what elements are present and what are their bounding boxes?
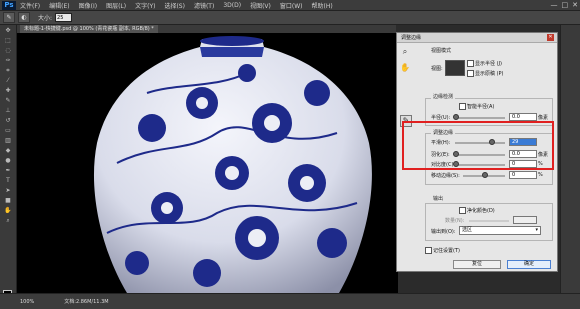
menu-filter[interactable]: 滤镜(T) [194, 1, 214, 10]
maximize-button[interactable]: □ [562, 1, 569, 9]
move-tool-icon[interactable]: ✥ [3, 27, 13, 34]
pen-tool-icon[interactable]: ✒ [3, 167, 13, 174]
document-info: 文档:2.86M/11.3M [64, 299, 109, 305]
decontaminate-checkbox[interactable] [459, 207, 466, 214]
zoom-tool-icon[interactable]: ⌕ [400, 47, 410, 57]
view-thumbnail[interactable] [445, 60, 465, 76]
dodge-tool-icon[interactable]: ● [3, 157, 13, 164]
window-controls: — □ ✕ [551, 0, 579, 10]
output-to-value: 选区 [462, 227, 473, 233]
menu-layer[interactable]: 图层(L) [106, 1, 126, 10]
show-original-checkbox[interactable] [467, 70, 474, 77]
hand-tool-icon[interactable]: ✋ [400, 63, 410, 73]
shift-edge-slider-knob[interactable] [482, 172, 488, 178]
document-tab[interactable]: 未标题-1-快捷键.psd @ 100% (青花瓷瓶 副本, RGB/8) * [20, 25, 158, 33]
zoom-tool-icon[interactable]: ⌕ [3, 217, 13, 224]
menu-window[interactable]: 窗口(W) [280, 1, 303, 10]
menu-edit[interactable]: 编辑(E) [49, 1, 69, 10]
decontaminate-label: 净化颜色(D) [467, 208, 495, 214]
menu-bar: Ps 文件(F) 编辑(E) 图像(I) 图层(L) 文字(Y) 选择(S) 滤… [0, 0, 580, 11]
size-label: 大小: [38, 15, 53, 22]
amount-slider [469, 220, 509, 222]
show-radius-checkbox[interactable] [467, 60, 474, 67]
document-tab-bar: 未标题-1-快捷键.psd @ 100% (青花瓷瓶 副本, RGB/8) * [16, 25, 396, 33]
menu-help[interactable]: 帮助(H) [312, 1, 333, 10]
dialog-title-bar: 调整边缘 ✕ [397, 33, 557, 43]
output-title: 输出 [431, 195, 446, 202]
quick-select-tool-icon[interactable]: ✑ [3, 57, 13, 64]
crop-tool-icon[interactable]: ⌗ [3, 67, 13, 74]
marquee-tool-icon[interactable]: ⬚ [3, 37, 13, 44]
output-to-label: 输出到(O): [431, 229, 456, 235]
close-button[interactable]: ✕ [572, 1, 578, 9]
lasso-tool-icon[interactable]: ◌ [3, 47, 13, 54]
radius-slider[interactable] [455, 117, 505, 119]
gradient-tool-icon[interactable]: ▥ [3, 137, 13, 144]
radius-input[interactable]: 0.0 [509, 113, 537, 121]
blur-tool-icon[interactable]: ◆ [3, 147, 13, 154]
amount-input [513, 216, 537, 224]
brush-tool-icon[interactable]: ✎ [3, 97, 13, 104]
size-input[interactable]: 25 [55, 13, 73, 22]
reset-button[interactable]: 复位 [453, 260, 501, 269]
remember-settings-label: 记住设置(T) [433, 248, 460, 254]
amount-label: 数量(N): [445, 218, 465, 224]
chevron-down-icon: ▾ [535, 227, 538, 233]
healing-tool-icon[interactable]: ✚ [3, 87, 13, 94]
zoom-readout[interactable]: 100% [20, 299, 34, 305]
shift-edge-label: 移动边缘(S): [431, 173, 460, 179]
history-brush-icon[interactable]: ↺ [3, 117, 13, 124]
eyedropper-tool-icon[interactable]: ⁄ [3, 77, 13, 84]
options-bar: ✎ ◐ 大小: 25 [0, 11, 580, 25]
menu-view[interactable]: 视图(V) [250, 1, 271, 10]
edge-detection-title: 边缘检测 [431, 93, 456, 100]
menu-3d[interactable]: 3D(D) [223, 2, 241, 9]
output-to-select[interactable]: 选区 ▾ [459, 226, 541, 235]
view-mode-title: 视图模式 [431, 48, 452, 54]
eraser-tool-icon[interactable]: ▭ [3, 127, 13, 134]
ok-button[interactable]: 确定 [507, 260, 551, 269]
document-canvas[interactable] [17, 33, 398, 293]
photoshop-logo: Ps [2, 0, 16, 10]
tools-panel: ✥ ⬚ ◌ ✑ ⌗ ⁄ ✚ ✎ ⊥ ↺ ▭ ▥ ◆ ● ✒ T ➤ ■ ✋ ⌕ [0, 25, 17, 302]
stamp-tool-icon[interactable]: ⊥ [3, 107, 13, 114]
tool-preset-icon[interactable]: ✎ [3, 12, 15, 23]
smart-radius-label: 智能半径(A) [467, 104, 495, 110]
shift-edge-input[interactable]: 0 [509, 171, 537, 179]
remember-settings-checkbox[interactable] [425, 247, 432, 254]
radius-slider-knob[interactable] [453, 114, 459, 120]
shift-edge-unit: % [538, 172, 543, 178]
vase-image [93, 36, 372, 293]
smart-radius-checkbox[interactable] [459, 103, 466, 110]
brush-mode-icon[interactable]: ◐ [18, 12, 30, 23]
adjust-edge-highlight [402, 121, 554, 170]
minimize-button[interactable]: — [551, 1, 558, 9]
status-bar: 100% 文档:2.86M/11.3M [0, 293, 580, 309]
show-original-label: 显示原稿 (P) [475, 71, 504, 77]
shape-tool-icon[interactable]: ■ [3, 197, 13, 204]
menu-file[interactable]: 文件(F) [20, 1, 40, 10]
menu-image[interactable]: 图像(I) [79, 1, 97, 10]
view-label: 视图: [431, 66, 443, 72]
radius-label: 半径(U): [431, 115, 451, 121]
hand-tool-icon[interactable]: ✋ [3, 207, 13, 214]
radius-unit: 像素 [538, 115, 549, 121]
type-tool-icon[interactable]: T [3, 177, 13, 184]
dialog-close-icon[interactable]: ✕ [547, 34, 554, 41]
right-panel-strip [560, 25, 580, 293]
show-radius-label: 显示半径 (J) [475, 61, 502, 67]
menu-type[interactable]: 文字(Y) [135, 1, 155, 10]
menu-select[interactable]: 选择(S) [164, 1, 185, 10]
path-select-icon[interactable]: ➤ [3, 187, 13, 194]
dialog-title: 调整边缘 [401, 35, 422, 41]
